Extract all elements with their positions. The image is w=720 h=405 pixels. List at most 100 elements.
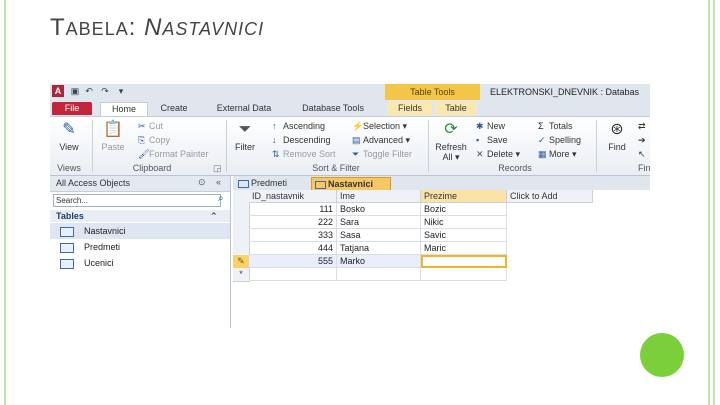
selection-button[interactable]: ⚡Selection ▾ [352,121,407,132]
save-icon[interactable]: ▣ [70,86,80,96]
nav-menu-icon[interactable]: ⊙ [198,177,206,188]
format-painter-label: Format Painter [149,149,209,159]
table-tools-label: Table Tools [385,84,480,100]
cell-ime[interactable]: Marko [337,255,421,268]
descending-button[interactable]: ↓ Descending [272,135,331,145]
save-record-icon: ▪ [476,135,480,145]
tables-section[interactable]: Tables ⌃ [50,210,230,222]
advanced-button[interactable]: ▤ Advanced ▾ [352,135,410,146]
cell-prezime-active[interactable] [421,255,507,268]
refresh-icon: ⟳ [444,121,458,138]
column-header-click-to-add[interactable]: Click to Add [507,190,593,203]
slide-border-right-2 [713,0,715,405]
refresh-all-button[interactable]: ⟳ Refresh All ▾ [432,120,470,163]
title-bar: A ▣ ↶ ↷ ▾ Table Tools ELEKTRONSKI_DNEVNI… [50,84,650,100]
datasheet-area: Predmeti Nastavnici ID_nastavnik Ime Pre… [233,176,650,328]
copy-label: Copy [149,135,171,145]
view-icon: ✎ [62,121,76,138]
window-title: ELEKTRONSKI_DNEVNIK : Databas [490,87,640,97]
row-selector[interactable] [233,203,250,217]
row-selector[interactable] [233,216,250,230]
nav-item-label: Ucenici [84,258,114,268]
tab-table[interactable]: Table [436,102,476,115]
row-selector[interactable] [233,242,250,256]
cell-id[interactable]: 222 [249,216,337,229]
redo-icon[interactable]: ↷ [100,86,110,96]
view-button[interactable]: ✎ View [52,120,86,152]
column-header-prezime[interactable]: Prezime [421,190,507,203]
cell-id[interactable]: 111 [249,203,337,216]
cell-id[interactable]: 444 [249,242,337,255]
replace-icon[interactable]: ⇄ [638,121,646,132]
tab-fields[interactable]: Fields [388,102,432,115]
cell-prezime[interactable]: Maric [421,242,507,255]
paste-button[interactable]: 📋 Paste [96,120,130,152]
refresh-sub-label: All ▾ [442,152,460,162]
remove-sort-button[interactable]: ⇅ Remove Sort [272,149,336,160]
copy-icon: ⎘ [138,135,146,145]
totals-icon: Σ [538,121,544,131]
title-rest: ABELA [65,19,129,39]
new-record-marker[interactable]: * [233,268,250,282]
cell-prezime[interactable]: Nikic [421,216,507,229]
customize-icon[interactable]: ▾ [116,86,126,96]
ascending-button[interactable]: ↑ Ascending [272,121,325,131]
edit-row-pencil-icon[interactable]: ✎ [233,255,250,269]
new-row-cell[interactable] [337,268,421,281]
tab-external-data[interactable]: External Data [204,102,284,115]
nav-search-input[interactable]: Search... [53,194,221,207]
cell-ime[interactable]: Tatjana [337,242,421,255]
goto-icon[interactable]: ➔ [638,135,646,146]
toggle-filter-button[interactable]: ⏷ Toggle Filter [352,149,412,160]
tab-file[interactable]: File [52,102,92,115]
binoculars-icon: ⊛ [610,121,624,138]
nav-item-ucenici[interactable]: Ucenici [50,255,230,271]
more-button[interactable]: ▦ More ▾ [538,149,577,160]
cell-ime[interactable]: Bosko [337,203,421,216]
select-icon[interactable]: ↖ [638,149,646,160]
view-label: View [59,142,79,152]
nav-header[interactable]: All Access Objects ⊙ « [50,176,230,192]
nav-collapse-icon[interactable]: « [216,177,221,187]
clipboard-launcher-icon[interactable]: ◲ [213,163,222,174]
cell-ime[interactable]: Sasa [337,229,421,242]
tab-home[interactable]: Home [100,102,148,116]
tab-create[interactable]: Create [154,102,194,115]
collapse-section-icon[interactable]: ⌃ [210,211,218,222]
cut-button[interactable]: ✂ Cut [138,121,163,132]
totals-button[interactable]: Σ Totals [538,121,573,131]
select-all-corner[interactable] [233,190,250,204]
undo-icon[interactable]: ↶ [84,86,94,96]
new-record-button[interactable]: ✱ New [476,121,505,132]
cell-prezime[interactable]: Bozic [421,203,507,216]
paste-icon: 📋 [103,121,123,138]
nav-search-icon[interactable]: ⌕ [218,193,224,204]
doc-tab-predmeti[interactable]: Predmeti [235,177,311,190]
save-record-button[interactable]: ▪ Save [476,135,508,145]
delete-record-button[interactable]: ✕ Delete ▾ [476,149,520,160]
cell-prezime[interactable]: Savic [421,229,507,242]
format-painter-icon: 🖌 [138,149,150,159]
cell-ime[interactable]: Sara [337,216,421,229]
access-window: A ▣ ↶ ↷ ▾ Table Tools ELEKTRONSKI_DNEVNI… [50,84,650,328]
table-icon [60,259,74,269]
selection-icon: ⚡ [352,121,364,131]
format-painter-button[interactable]: 🖌Format Painter [138,149,209,160]
cell-id[interactable]: 333 [249,229,337,242]
cell-id[interactable]: 555 [249,255,337,268]
nav-item-nastavnici[interactable]: Nastavnici [50,223,230,239]
copy-button[interactable]: ⎘ Copy [138,135,170,146]
new-row-cell[interactable] [249,268,337,281]
find-button[interactable]: ⊛ Find [602,120,632,152]
column-header-id[interactable]: ID_nastavnik [249,190,337,203]
row-selector[interactable] [233,229,250,243]
new-row-cell[interactable] [421,268,507,281]
column-header-ime[interactable]: Ime [337,190,421,203]
tab-database-tools[interactable]: Database Tools [290,102,376,115]
advanced-icon: ▤ [352,135,361,145]
filter-button[interactable]: ⏷ Filter [230,120,260,152]
clipboard-group-label: Clipboard [132,163,172,173]
nav-item-predmeti[interactable]: Predmeti [50,239,230,255]
find-group-label: Fin [638,163,650,173]
spelling-button[interactable]: ✓ Spelling [538,135,581,146]
